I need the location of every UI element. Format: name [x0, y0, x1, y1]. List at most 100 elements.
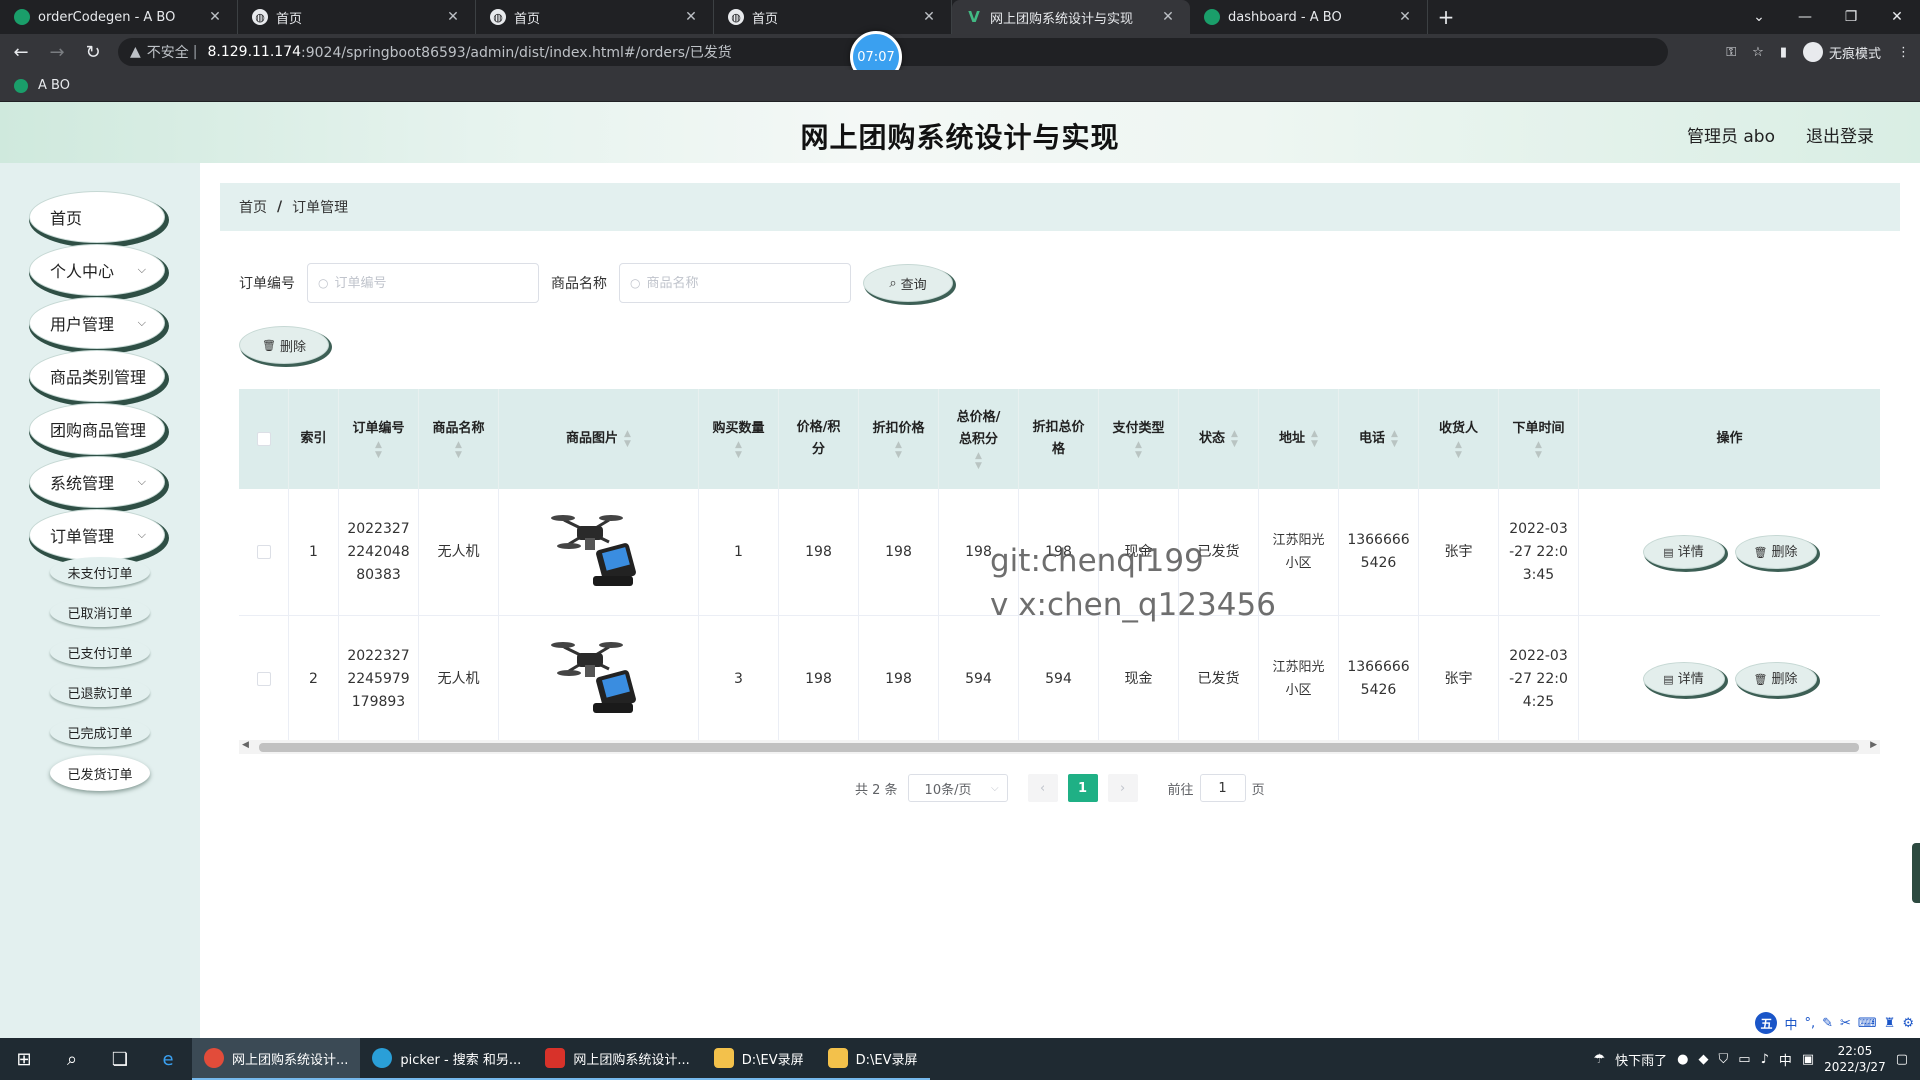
column-header[interactable]: 商品名称 ▲ ▼: [419, 389, 499, 489]
menu-icon[interactable]: ⋮: [1897, 45, 1910, 60]
minimize-button[interactable]: —: [1782, 0, 1828, 34]
sort-icon[interactable]: ▲ ▼: [1231, 429, 1238, 449]
ie-icon[interactable]: e: [144, 1038, 192, 1080]
search-icon[interactable]: ⌕: [48, 1038, 96, 1080]
prev-page-button[interactable]: ‹: [1027, 774, 1058, 802]
side-handle[interactable]: [1912, 843, 1920, 903]
sidebar-subitem-shipped[interactable]: 已发货订单: [50, 755, 150, 791]
browser-tab-active[interactable]: V 网上团购系统设计与实现 ✕: [952, 0, 1190, 34]
detail-button[interactable]: ▤ 详情: [1642, 662, 1725, 696]
taskbar-app[interactable]: D:\EV录屏: [701, 1038, 816, 1080]
page-number-current[interactable]: 1: [1067, 774, 1098, 802]
sort-icon[interactable]: ▲ ▼: [975, 451, 982, 471]
sort-icon[interactable]: ▲ ▼: [1535, 440, 1542, 460]
sidebar-item-personal-center[interactable]: 个人中心 ⌵: [29, 244, 165, 296]
incognito-indicator[interactable]: 无痕模式: [1802, 42, 1881, 62]
column-header[interactable]: 电话 ▲ ▼: [1339, 389, 1419, 489]
sort-icon[interactable]: ▲ ▼: [375, 440, 382, 460]
breadcrumb-home[interactable]: 首页: [239, 197, 267, 217]
column-header[interactable]: 折扣价格 ▲ ▼: [859, 389, 939, 489]
sidebar-subitem-completed[interactable]: 已完成订单: [50, 717, 150, 747]
column-header[interactable]: 价格/积 分: [779, 389, 859, 489]
close-icon[interactable]: ✕: [921, 9, 937, 25]
sidebar-item-home[interactable]: 首页: [29, 191, 165, 243]
ime-lang[interactable]: 中: [1784, 1014, 1797, 1033]
close-icon[interactable]: ✕: [1397, 9, 1413, 25]
close-window-button[interactable]: ✕: [1874, 0, 1920, 34]
close-icon[interactable]: ✕: [445, 9, 461, 25]
sort-icon[interactable]: ▲ ▼: [735, 440, 742, 460]
logout-link[interactable]: 退出登录: [1806, 122, 1874, 147]
delete-button[interactable]: 🗑 删除: [1734, 662, 1817, 696]
query-button[interactable]: ⌕ 查询: [863, 264, 953, 302]
order-no-input[interactable]: [334, 275, 515, 291]
scrollbar-thumb[interactable]: [259, 743, 1859, 752]
product-name-input[interactable]: [646, 275, 827, 291]
detail-button[interactable]: ▤ 详情: [1642, 535, 1725, 569]
forward-arrow-icon[interactable]: →: [42, 37, 72, 67]
column-header[interactable]: 收货人 ▲ ▼: [1419, 389, 1499, 489]
star-icon[interactable]: ☆: [1752, 45, 1764, 60]
column-header[interactable]: 购买数量 ▲ ▼: [699, 389, 779, 489]
browser-tab[interactable]: ◍ 首页 ✕: [714, 0, 952, 34]
bulk-delete-button[interactable]: 🗑 删除: [239, 326, 329, 364]
tray-ime[interactable]: 中: [1779, 1050, 1792, 1069]
scroll-right-icon[interactable]: ▶: [1870, 740, 1877, 750]
row-checkbox[interactable]: [256, 672, 271, 686]
scroll-left-icon[interactable]: ◀: [242, 740, 249, 750]
sort-icon[interactable]: ▲ ▼: [895, 440, 902, 460]
product-name-field[interactable]: ○: [619, 263, 851, 303]
browser-tab[interactable]: ◍ 首页 ✕: [476, 0, 714, 34]
sidebar-subitem-paid[interactable]: 已支付订单: [50, 637, 150, 667]
keyboard-icon[interactable]: ⌨: [1858, 1016, 1877, 1031]
sort-icon[interactable]: ▲ ▼: [624, 429, 631, 449]
sidepanel-icon[interactable]: ▮: [1780, 45, 1787, 60]
shirt-icon[interactable]: ♜: [1884, 1016, 1896, 1031]
column-header[interactable]: 折扣总价 格: [1019, 389, 1099, 489]
column-header[interactable]: 总价格/ 总积分 ▲ ▼: [939, 389, 1019, 489]
next-page-button[interactable]: ›: [1107, 774, 1138, 802]
gear-icon[interactable]: ⚙: [1902, 1016, 1914, 1031]
browser-tab[interactable]: dashboard - A BO ✕: [1190, 0, 1428, 34]
browser-tab[interactable]: orderCodegen - A BO ✕: [0, 0, 238, 34]
taskbar-app[interactable]: 网上团购系统设计...: [533, 1038, 702, 1080]
weather-label[interactable]: 快下雨了: [1615, 1050, 1667, 1069]
sort-icon[interactable]: ▲ ▼: [1391, 429, 1398, 449]
close-icon[interactable]: ✕: [683, 9, 699, 25]
column-header[interactable]: 地址 ▲ ▼: [1259, 389, 1339, 489]
sort-icon[interactable]: ▲ ▼: [1135, 440, 1142, 460]
restore-button[interactable]: ❐: [1828, 0, 1874, 34]
close-icon[interactable]: ✕: [207, 9, 223, 25]
shield-icon[interactable]: ⛉: [1719, 1052, 1729, 1067]
sidebar-item-order-management[interactable]: 订单管理 ⌵: [29, 509, 165, 561]
sidebar-item-group-product-management[interactable]: 团购商品管理: [29, 403, 165, 455]
volume-icon[interactable]: ♪: [1761, 1052, 1769, 1067]
scissors-icon[interactable]: ✂: [1840, 1016, 1851, 1031]
sort-icon[interactable]: ▲ ▼: [455, 440, 462, 460]
key-icon[interactable]: ⚿: [1726, 45, 1736, 60]
ime-logo-icon[interactable]: 五: [1755, 1012, 1778, 1034]
column-header[interactable]: 商品图片 ▲ ▼: [499, 389, 699, 489]
horizontal-scrollbar[interactable]: ◀ ▶: [239, 740, 1880, 754]
taskbar-app[interactable]: picker - 搜索 和另...: [360, 1038, 534, 1080]
reload-icon[interactable]: ↻: [78, 37, 108, 67]
column-header[interactable]: 订单编号 ▲ ▼: [339, 389, 419, 489]
network-icon[interactable]: ▭: [1738, 1052, 1750, 1067]
wechat-icon[interactable]: ●: [1677, 1052, 1688, 1067]
sort-icon[interactable]: ▲ ▼: [1311, 429, 1318, 449]
column-header[interactable]: 下单时间 ▲ ▼: [1499, 389, 1579, 489]
page-size-select[interactable]: 10条/页 ⌵: [907, 774, 1008, 802]
sidebar-subitem-refunded[interactable]: 已退款订单: [50, 677, 150, 707]
back-arrow-icon[interactable]: ←: [6, 37, 36, 67]
sidebar-subitem-unpaid[interactable]: 未支付订单: [50, 557, 150, 587]
sidebar-subitem-cancelled[interactable]: 已取消订单: [50, 597, 150, 627]
punctuation-icon[interactable]: °,: [1804, 1016, 1815, 1031]
ime-app-icon[interactable]: ▣: [1802, 1052, 1814, 1067]
pen-icon[interactable]: ✎: [1822, 1016, 1833, 1031]
chevron-down-icon[interactable]: ⌄: [1736, 0, 1782, 34]
goto-page-input[interactable]: 1: [1199, 774, 1246, 802]
windows-start-icon[interactable]: ⊞: [0, 1038, 48, 1080]
row-checkbox[interactable]: [256, 545, 271, 559]
order-no-field[interactable]: ○: [307, 263, 539, 303]
column-header[interactable]: 状态 ▲ ▼: [1179, 389, 1259, 489]
